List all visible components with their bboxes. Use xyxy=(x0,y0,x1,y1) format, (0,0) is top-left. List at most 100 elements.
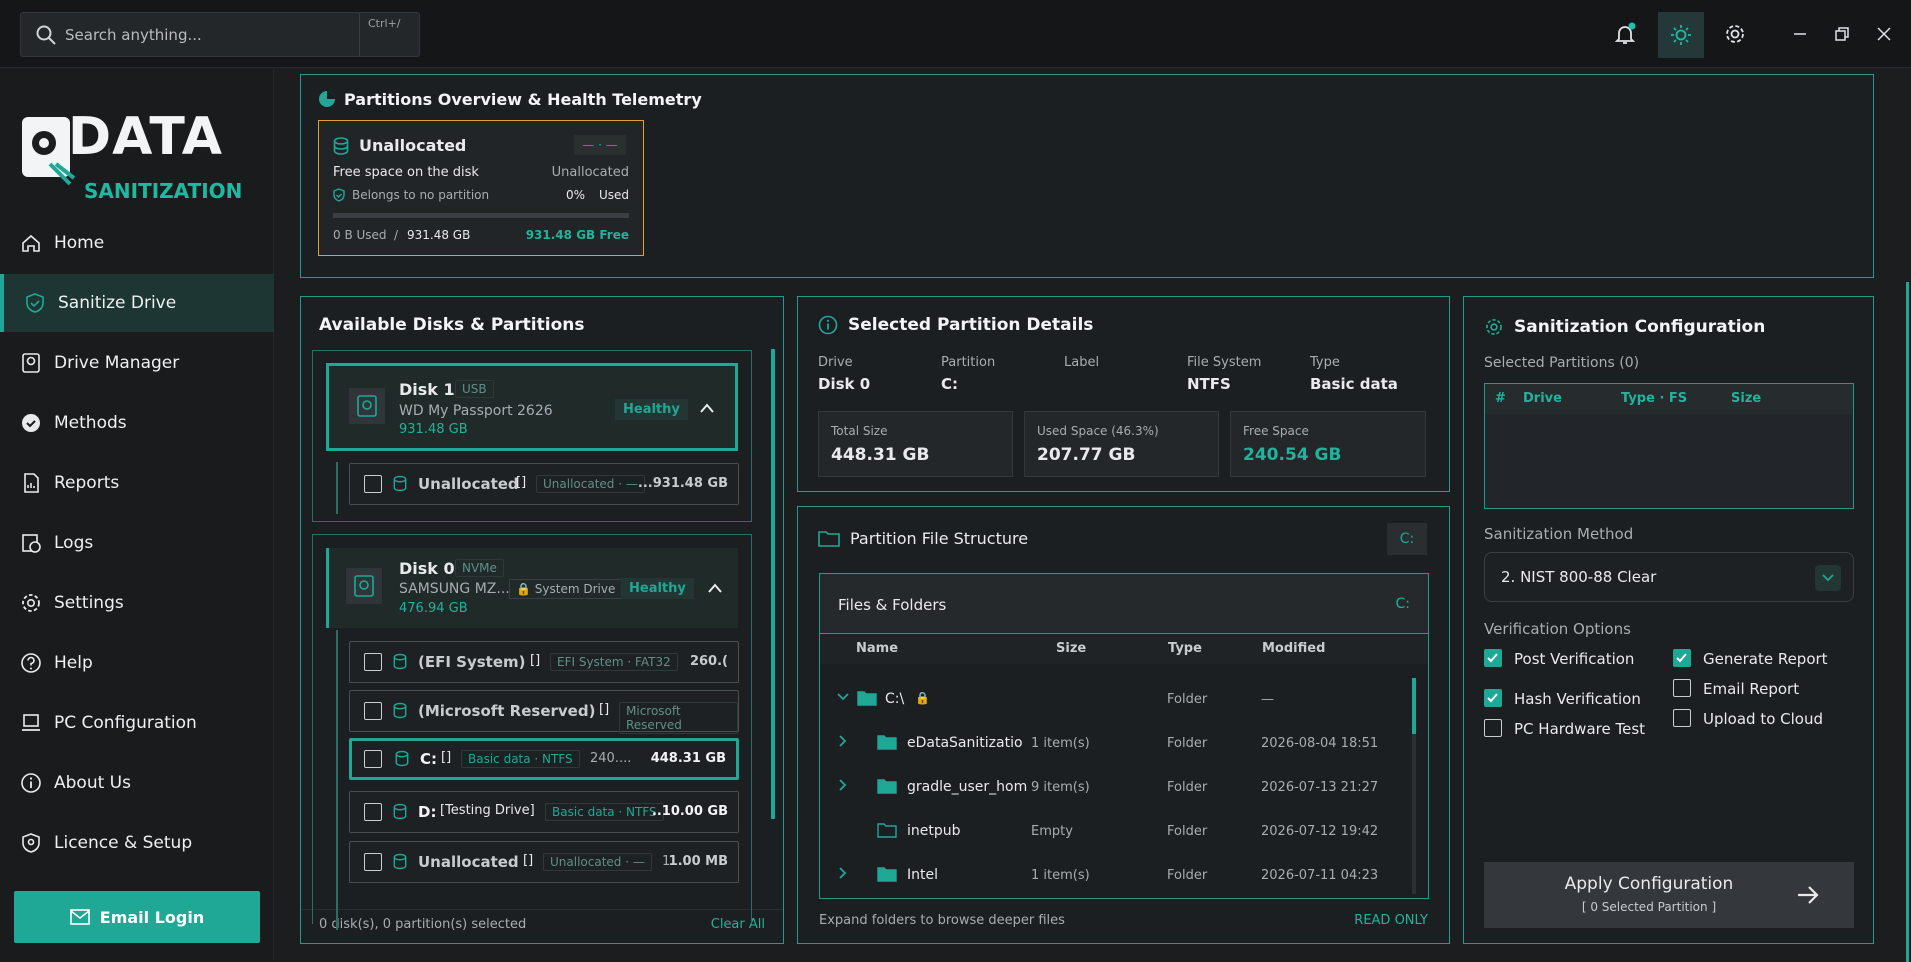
usage-bar xyxy=(333,213,629,218)
nav-label: Methods xyxy=(54,413,127,433)
partition-checkbox[interactable] xyxy=(364,750,382,768)
tree-row-size: 1 item(s) xyxy=(1031,868,1090,883)
nav-item-drive-manager[interactable]: Drive Manager xyxy=(0,334,274,392)
details-panel: Selected Partition Details Drive Disk 0 P… xyxy=(797,296,1450,492)
apply-configuration-button[interactable]: Apply Configuration [ 0 Selected Partiti… xyxy=(1484,862,1854,928)
top-bar: Search anything... Ctrl+/ xyxy=(0,0,1911,68)
disk1-size: 931.48 GB xyxy=(399,422,468,437)
laptop-icon xyxy=(20,712,42,734)
notifications-button[interactable] xyxy=(1603,12,1647,56)
card-type: Unallocated xyxy=(551,165,629,180)
card-badge: — · — xyxy=(574,135,626,155)
badge-check-icon xyxy=(20,412,42,434)
nav-item-about-us[interactable]: About Us xyxy=(0,754,274,812)
option-checkbox[interactable] xyxy=(1484,689,1502,707)
option-checkbox[interactable] xyxy=(1673,709,1691,727)
partition-row[interactable]: C: [] Basic data · NTFS 240.... 448.31 G… xyxy=(349,738,739,780)
folder-icon xyxy=(857,690,877,710)
tree-root[interactable]: C:\ 🔒 Folder — xyxy=(819,679,1399,719)
brand-line1: DATA xyxy=(68,107,224,167)
partition-checkbox[interactable] xyxy=(364,853,382,871)
chevron-up-icon[interactable] xyxy=(699,402,715,414)
partition-checkbox[interactable] xyxy=(364,803,382,821)
nav-item-licence-setup[interactable]: Licence & Setup xyxy=(0,814,274,872)
col-drive: Drive xyxy=(1523,391,1562,406)
partition-checkbox[interactable] xyxy=(364,702,382,720)
tree-row-name: eDataSanitizatio xyxy=(907,735,1023,751)
partition-size: ...931.48 GB xyxy=(637,476,728,491)
search-box[interactable]: Search anything... Ctrl+/ xyxy=(20,12,420,57)
used-space-box: Used Space (46.3%) 207.77 GB xyxy=(1024,411,1219,477)
nav-label: Reports xyxy=(54,473,120,493)
partition-size: ..10.00 GB xyxy=(651,804,728,819)
method-value: 2. NIST 800-88 Clear xyxy=(1501,568,1657,586)
tree-row[interactable]: inetpub Empty Folder 2026-07-12 19:42 xyxy=(819,811,1389,851)
brand-logo: DATA SANITIZATION xyxy=(20,99,242,211)
tree-row-type: Folder xyxy=(1167,868,1208,883)
partition-pill: Basic data · NTFS xyxy=(461,750,580,768)
theme-toggle-button[interactable] xyxy=(1658,12,1704,58)
partition-checkbox[interactable] xyxy=(364,475,382,493)
total-size-label: Total Size xyxy=(831,424,888,438)
col-size: Size xyxy=(1056,641,1087,656)
chevron-up-icon[interactable] xyxy=(707,582,723,594)
tree-row-type: Folder xyxy=(1167,824,1208,839)
unallocated-card[interactable]: Unallocated — · — Free space on the disk… xyxy=(318,120,644,256)
gear-icon xyxy=(20,592,42,614)
nav-item-logs[interactable]: Logs xyxy=(0,514,274,572)
email-login-button[interactable]: Email Login xyxy=(14,891,260,943)
nav-label: Drive Manager xyxy=(54,353,180,373)
partition-size: 1.00 MB xyxy=(668,854,728,869)
tree-row-size: 9 item(s) xyxy=(1031,780,1090,795)
shield-check-icon xyxy=(333,188,345,202)
disk1-health: Healthy xyxy=(615,399,688,420)
option-label: Post Verification xyxy=(1514,650,1635,668)
partition-name: (EFI System) xyxy=(418,653,526,671)
tree-row-modified: 2026-07-11 04:23 xyxy=(1261,868,1379,883)
partition-checkbox[interactable] xyxy=(364,653,382,671)
restore-button[interactable] xyxy=(1820,12,1864,56)
disk0-header[interactable]: Disk 0 NVMe SAMSUNG MZ... 🔒 System Drive… xyxy=(326,548,738,628)
dropdown-button[interactable] xyxy=(1815,565,1841,591)
nav-item-settings[interactable]: Settings xyxy=(0,574,274,632)
free-space-box: Free Space 240.54 GB xyxy=(1230,411,1426,477)
database-icon xyxy=(333,137,349,155)
nav-item-pc-configuration[interactable]: PC Configuration xyxy=(0,694,274,752)
search-input[interactable]: Search anything... xyxy=(65,26,202,44)
page-scrollbar[interactable] xyxy=(1906,282,1909,962)
partition-row[interactable]: (Microsoft Reserved) [] Microsoft Reserv… xyxy=(349,690,739,734)
option-checkbox[interactable] xyxy=(1673,679,1691,697)
partition-row[interactable]: (EFI System) [] EFI System · FAT32 260.( xyxy=(349,641,739,683)
tree-row[interactable]: gradle_user_hom 9 item(s) Folder 2026-07… xyxy=(819,767,1389,807)
nav-item-sanitize-drive[interactable]: Sanitize Drive xyxy=(0,274,274,332)
close-button[interactable] xyxy=(1862,12,1906,56)
apply-sublabel: [ 0 Selected Partition ] xyxy=(1581,900,1717,914)
card-title: Unallocated xyxy=(359,136,467,155)
detail-label: Type xyxy=(1310,355,1340,370)
nav-label: PC Configuration xyxy=(54,713,197,733)
nav-item-methods[interactable]: Methods xyxy=(0,394,274,452)
partition-row[interactable]: Unallocated [] Unallocated · — 1.... 1.0… xyxy=(349,841,739,883)
settings-button[interactable] xyxy=(1713,12,1757,56)
nav-item-help[interactable]: Help xyxy=(0,634,274,692)
partition-bracket: [] xyxy=(441,750,452,765)
nav-item-home[interactable]: Home xyxy=(0,214,274,272)
partition-row[interactable]: D: [Testing Drive] Basic data · NTFS ..1… xyxy=(349,791,739,833)
method-select[interactable]: 2. NIST 800-88 Clear xyxy=(1484,552,1854,602)
tree-row-name: inetpub xyxy=(907,823,961,839)
minimize-button[interactable] xyxy=(1778,12,1822,56)
option-checkbox[interactable] xyxy=(1673,649,1691,667)
restore-icon xyxy=(1835,27,1849,41)
tree-row[interactable]: Intel 1 item(s) Folder 2026-07-11 04:23 xyxy=(819,855,1389,895)
selected-partitions-table: # Drive Type · FS Size xyxy=(1484,383,1854,509)
files-scrollbar[interactable] xyxy=(1412,678,1416,734)
option-checkbox[interactable] xyxy=(1484,649,1502,667)
arrow-right-icon xyxy=(1798,886,1819,904)
nav-item-reports[interactable]: Reports xyxy=(0,454,274,512)
partition-row-disk1-unallocated[interactable]: Unallocated [] Unallocated · — ...931.48… xyxy=(349,463,739,505)
tree-row[interactable]: eDataSanitizatio 1 item(s) Folder 2026-0… xyxy=(819,723,1389,763)
disk1-header[interactable]: Disk 1 USB WD My Passport 2626 931.48 GB… xyxy=(326,363,738,451)
drive-icon xyxy=(20,352,42,374)
option-checkbox[interactable] xyxy=(1484,719,1502,737)
disks-scrollbar[interactable] xyxy=(771,349,775,819)
